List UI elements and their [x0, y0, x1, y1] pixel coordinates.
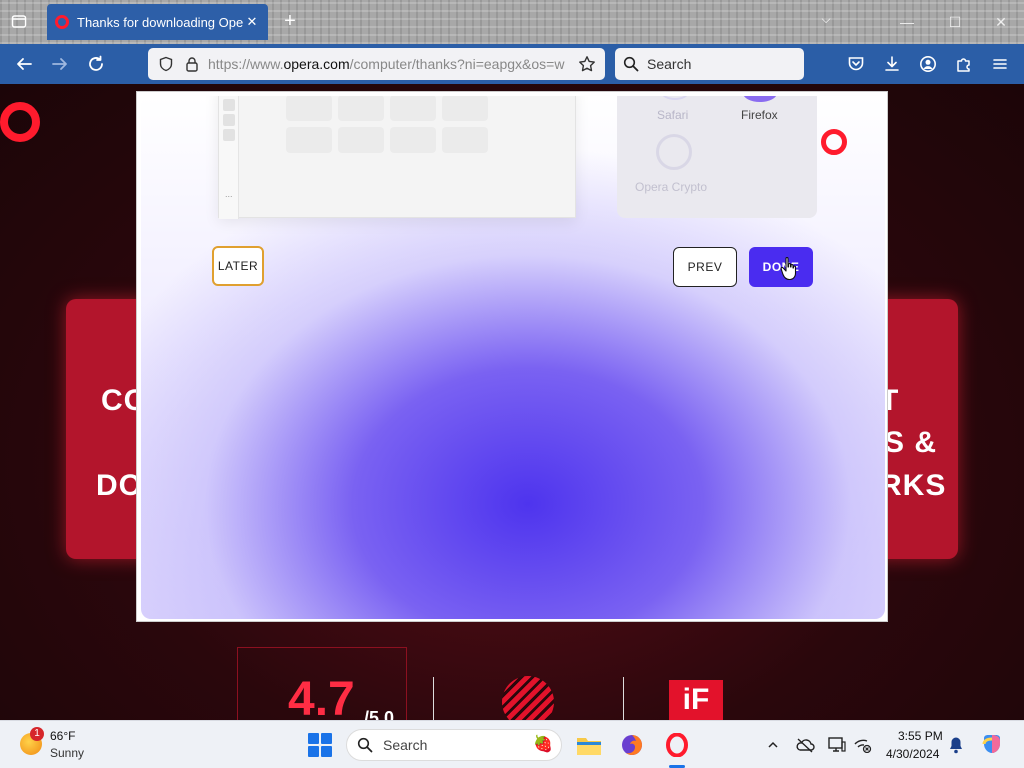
tab-strip: Thanks for downloading Opera ✕ + ⌵ — ☐ ✕ — [0, 0, 1024, 44]
opera-crypto-label[interactable]: Opera Crypto — [635, 180, 707, 194]
sidebar-square — [223, 114, 235, 126]
windows-taskbar: 1 66°F Sunny Search 🍓 3:55 PM 4/30/2024 — [0, 720, 1024, 768]
notification-bell-icon[interactable] — [946, 735, 966, 755]
address-bar[interactable]: https://www.opera.com/computer/thanks?ni… — [148, 48, 605, 80]
windows-logo-pane — [321, 746, 332, 757]
speed-dial-tile — [442, 96, 488, 121]
url-text[interactable]: https://www.opera.com/computer/thanks?ni… — [208, 56, 577, 72]
menu-icon[interactable] — [990, 54, 1010, 74]
speed-dial-tile — [390, 127, 436, 153]
weather-condition: Sunny — [50, 746, 85, 760]
tab-close-icon[interactable]: ✕ — [244, 14, 260, 30]
opera-favicon-icon — [55, 15, 69, 29]
onboarding-dialog: ... Safari Firefox Opera Crypto LATER PR… — [136, 91, 888, 622]
prev-button[interactable]: PREV — [673, 247, 737, 287]
downloads-icon[interactable] — [882, 54, 902, 74]
feature-heading-right-2: S & — [884, 426, 938, 459]
opera-logo-icon — [821, 129, 847, 155]
weather-alert-badge: 1 — [30, 727, 44, 741]
search-icon — [623, 56, 639, 72]
feature-heading-right-3: RKS — [880, 469, 947, 502]
shield-icon[interactable] — [156, 54, 176, 74]
extensions-icon[interactable] — [954, 54, 974, 74]
reload-button[interactable] — [84, 53, 108, 75]
sidebar-square — [223, 129, 235, 141]
clock-date[interactable]: 4/30/2024 — [886, 747, 939, 761]
back-button[interactable] — [12, 53, 36, 75]
onedrive-offline-icon[interactable] — [795, 735, 815, 755]
clock-time[interactable]: 3:55 PM — [898, 729, 943, 743]
dialog-content: ... Safari Firefox Opera Crypto LATER PR… — [141, 96, 885, 619]
search-icon — [357, 737, 373, 753]
tab-thanks-opera[interactable]: Thanks for downloading Opera ✕ — [47, 4, 268, 40]
maximize-button[interactable]: ☐ — [941, 10, 969, 34]
red-dot-award-icon — [502, 676, 554, 720]
opera-logo-icon[interactable] — [0, 102, 40, 142]
firefox-app-icon[interactable] — [616, 729, 648, 761]
copilot-icon[interactable] — [980, 732, 1004, 756]
opera-crypto-icon[interactable] — [656, 134, 692, 170]
account-icon[interactable] — [918, 54, 938, 74]
divider — [623, 677, 624, 720]
rating-scale: /5.0 — [364, 708, 395, 720]
speed-dial-tile — [338, 96, 384, 121]
sidebar-more: ... — [225, 189, 233, 199]
speed-dial-tile — [286, 96, 332, 121]
browser-preview-card: ... — [218, 96, 576, 219]
windows-logo-pane — [308, 733, 319, 744]
lock-icon[interactable] — [182, 54, 202, 74]
if-design-award-logo: iF — [669, 680, 723, 720]
search-input[interactable]: Search — [615, 48, 804, 80]
speed-dial-tile — [390, 96, 436, 121]
window-close-button[interactable]: ✕ — [987, 10, 1015, 34]
tab-list-icon[interactable] — [8, 10, 30, 32]
sidebar-square — [223, 99, 235, 111]
firefox-label[interactable]: Firefox — [741, 108, 778, 122]
network-disconnected-icon[interactable] — [853, 735, 873, 755]
firefox-icon[interactable] — [743, 96, 777, 102]
speed-dial-tile — [338, 127, 384, 153]
pocket-icon[interactable] — [846, 54, 866, 74]
windows-logo-pane — [308, 746, 319, 757]
taskbar-search-placeholder: Search — [383, 737, 428, 753]
forward-button[interactable] — [48, 53, 72, 75]
show-hidden-icons-chevron-icon[interactable] — [763, 735, 783, 755]
new-tab-button[interactable]: + — [281, 11, 299, 31]
divider — [433, 677, 434, 720]
preview-sidebar: ... — [219, 96, 239, 219]
windows-logo-pane — [321, 733, 332, 744]
safari-icon[interactable] — [661, 96, 689, 100]
hand-cursor-icon — [780, 257, 797, 281]
rating-value: 4.7 — [288, 673, 355, 720]
strawberry-search-highlight-icon: 🍓 — [533, 736, 553, 753]
bookmark-star-icon[interactable] — [577, 54, 597, 74]
speed-dial-tile — [442, 127, 488, 153]
minimize-button[interactable]: — — [893, 10, 921, 34]
safari-label[interactable]: Safari — [657, 108, 688, 122]
later-button[interactable]: LATER — [212, 246, 264, 286]
list-all-tabs-icon[interactable]: ⌵ — [818, 12, 834, 28]
taskbar-search-input[interactable]: Search 🍓 — [346, 729, 562, 761]
search-placeholder: Search — [647, 56, 692, 72]
display-icon[interactable] — [827, 735, 847, 755]
file-explorer-icon[interactable] — [573, 729, 605, 761]
opera-app-icon[interactable] — [661, 729, 693, 761]
start-button[interactable] — [308, 733, 332, 757]
navigation-toolbar: https://www.opera.com/computer/thanks?ni… — [0, 44, 1024, 84]
import-browsers-card: Safari Firefox Opera Crypto — [617, 96, 817, 218]
speed-dial-tile — [286, 127, 332, 153]
temperature: 66°F — [50, 729, 76, 743]
tab-title: Thanks for downloading Opera — [77, 14, 244, 30]
